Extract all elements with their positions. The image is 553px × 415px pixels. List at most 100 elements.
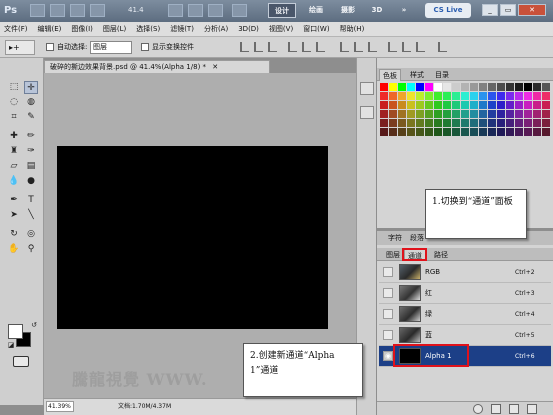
color-swatch[interactable] [497, 128, 505, 136]
color-swatch[interactable] [407, 128, 415, 136]
color-swatch[interactable] [515, 128, 523, 136]
color-swatch[interactable] [425, 101, 433, 109]
workspace-photography-button[interactable]: 摄影 [338, 3, 358, 18]
minimize-button[interactable]: _ [482, 4, 498, 16]
color-swatch[interactable] [488, 128, 496, 136]
clone-stamp-tool-icon[interactable]: ♜ [7, 145, 21, 158]
color-swatch[interactable] [461, 110, 469, 118]
image-canvas[interactable] [57, 146, 328, 329]
distribute-top-icon[interactable] [340, 42, 349, 52]
brush-tool-icon[interactable]: ✏ [24, 130, 38, 143]
pen-tool-icon[interactable]: ✒ [7, 194, 21, 207]
color-swatch[interactable] [506, 119, 514, 127]
color-swatch[interactable] [479, 110, 487, 118]
color-swatch[interactable] [506, 128, 514, 136]
color-swatch[interactable] [533, 128, 541, 136]
workspace-3d-button[interactable]: 3D [370, 3, 384, 18]
color-swatch[interactable] [515, 101, 523, 109]
color-swatch[interactable] [398, 101, 406, 109]
tab-swatches[interactable]: 色板 [379, 69, 401, 81]
crop-tool-icon[interactable]: ⌗ [7, 111, 21, 124]
tab-styles[interactable]: 样式 [407, 69, 427, 81]
visibility-eye-icon[interactable]: ◉ [383, 351, 393, 361]
hand-tool-icon[interactable] [168, 4, 183, 17]
color-swatch[interactable] [524, 92, 532, 100]
history-panel-icon[interactable] [360, 106, 374, 119]
color-swatch[interactable] [461, 101, 469, 109]
workspace-painting-button[interactable]: 绘画 [306, 3, 326, 18]
zoom-level-icon[interactable] [90, 4, 105, 17]
marquee-tool-icon[interactable]: ⬚ [7, 81, 21, 94]
color-swatch[interactable] [389, 92, 397, 100]
color-swatch[interactable] [416, 119, 424, 127]
align-vcenter-icon[interactable] [254, 42, 263, 52]
cs-live-button[interactable]: CS Live [425, 3, 471, 18]
color-swatch[interactable] [524, 128, 532, 136]
eraser-tool-icon[interactable]: ▱ [7, 160, 21, 173]
color-swatch[interactable] [497, 119, 505, 127]
color-swatch[interactable] [380, 92, 388, 100]
tab-character[interactable]: 字符 [385, 232, 405, 244]
default-colors-icon[interactable]: ◪ [4, 339, 18, 352]
view-extras-icon[interactable] [70, 4, 85, 17]
color-swatch[interactable] [389, 83, 397, 91]
menu-window[interactable]: 窗口(W) [298, 22, 334, 36]
color-swatch[interactable] [506, 101, 514, 109]
color-swatch[interactable] [398, 128, 406, 136]
align-bottom-icon[interactable] [268, 42, 277, 52]
color-swatch[interactable] [416, 128, 424, 136]
menu-image[interactable]: 图像(I) [66, 22, 98, 36]
color-swatch[interactable] [524, 119, 532, 127]
color-swatch[interactable] [407, 119, 415, 127]
color-swatch[interactable] [524, 101, 532, 109]
color-swatch[interactable] [407, 83, 415, 91]
color-swatch[interactable] [425, 92, 433, 100]
menu-filter[interactable]: 滤镜(T) [165, 22, 199, 36]
channel-row-rgb[interactable]: RGB Ctrl+2 [379, 262, 551, 283]
color-swatch[interactable] [488, 92, 496, 100]
color-swatch[interactable] [497, 101, 505, 109]
color-swatch[interactable] [416, 83, 424, 91]
color-swatch[interactable] [443, 83, 451, 91]
color-swatch[interactable] [398, 83, 406, 91]
align-top-icon[interactable] [240, 42, 249, 52]
dodge-tool-icon[interactable]: ● [24, 175, 38, 188]
zoom-tool-icon[interactable]: ⚲ [24, 243, 38, 256]
align-hcenter-icon[interactable] [302, 42, 311, 52]
color-swatch[interactable] [407, 101, 415, 109]
save-selection-icon[interactable] [491, 404, 501, 414]
zoom-level-field[interactable]: 41.4 [128, 4, 158, 17]
color-swatch[interactable] [434, 83, 442, 91]
distribute-hcenter-icon[interactable] [402, 42, 411, 52]
color-swatch[interactable] [497, 110, 505, 118]
tab-paragraph[interactable]: 段落 [407, 232, 427, 244]
auto-select-checkbox[interactable] [46, 43, 54, 51]
visibility-eye-icon[interactable] [383, 288, 393, 298]
color-swatch[interactable] [416, 92, 424, 100]
menu-3d[interactable]: 3D(D) [233, 22, 264, 36]
3d-orbit-tool-icon[interactable]: ◎ [24, 228, 38, 241]
color-swatch[interactable] [515, 119, 523, 127]
menu-analysis[interactable]: 分析(A) [199, 22, 233, 36]
color-swatch[interactable] [407, 92, 415, 100]
align-right-icon[interactable] [316, 42, 325, 52]
load-selection-icon[interactable] [473, 404, 483, 414]
color-swatch[interactable] [425, 119, 433, 127]
color-swatch[interactable] [380, 101, 388, 109]
history-brush-tool-icon[interactable]: ✑ [24, 145, 38, 158]
color-swatch[interactable] [470, 110, 478, 118]
color-swatch[interactable] [542, 128, 550, 136]
color-swatch[interactable] [542, 92, 550, 100]
healing-brush-tool-icon[interactable]: ✚ [7, 130, 21, 143]
color-swatch[interactable] [407, 110, 415, 118]
swap-colors-icon[interactable]: ↺ [27, 319, 41, 332]
color-swatch[interactable] [452, 119, 460, 127]
color-swatch[interactable] [380, 83, 388, 91]
color-swatch[interactable] [479, 128, 487, 136]
zoom-status-field[interactable]: 41.39% [46, 401, 74, 412]
visibility-eye-icon[interactable] [383, 330, 393, 340]
color-swatch[interactable] [524, 83, 532, 91]
menu-help[interactable]: 帮助(H) [335, 22, 370, 36]
quick-select-tool-icon[interactable]: ◍ [24, 96, 38, 109]
color-swatch[interactable] [533, 83, 541, 91]
